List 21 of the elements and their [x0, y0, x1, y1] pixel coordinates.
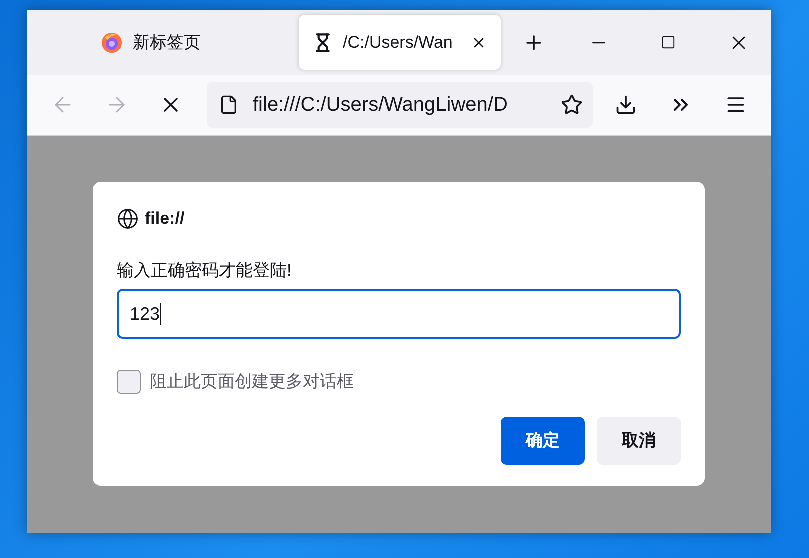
password-field[interactable]: 123	[117, 289, 681, 339]
checkbox-label: 阻止此页面创建更多对话框	[150, 371, 354, 393]
tab-title: /C:/Users/Wan	[343, 32, 454, 54]
checkbox[interactable]	[117, 370, 141, 394]
globe-icon	[117, 208, 139, 230]
hourglass-icon	[313, 32, 333, 52]
browser-tab[interactable]: 新标签页	[87, 15, 289, 70]
cancel-button[interactable]: 取消	[597, 416, 681, 464]
download-icon[interactable]	[615, 94, 637, 116]
file-icon	[219, 95, 239, 115]
address-bar[interactable]: file:///C:/Users/WangLiwen/D	[207, 82, 593, 128]
field-value: 123	[130, 302, 160, 326]
address-text: file:///C:/Users/WangLiwen/D	[253, 93, 509, 118]
dialog-message: 输入正确密码才能登陆!	[117, 260, 293, 282]
confirm-button[interactable]: 确定	[501, 416, 585, 464]
bookmark-star-icon[interactable]	[561, 94, 583, 116]
tab-title: 新标签页	[133, 32, 202, 54]
browser-tab[interactable]: /C:/Users/Wan	[299, 15, 501, 70]
maximize-icon[interactable]	[661, 35, 676, 50]
firefox-icon	[101, 32, 123, 54]
dialog-title: file://	[145, 208, 185, 230]
